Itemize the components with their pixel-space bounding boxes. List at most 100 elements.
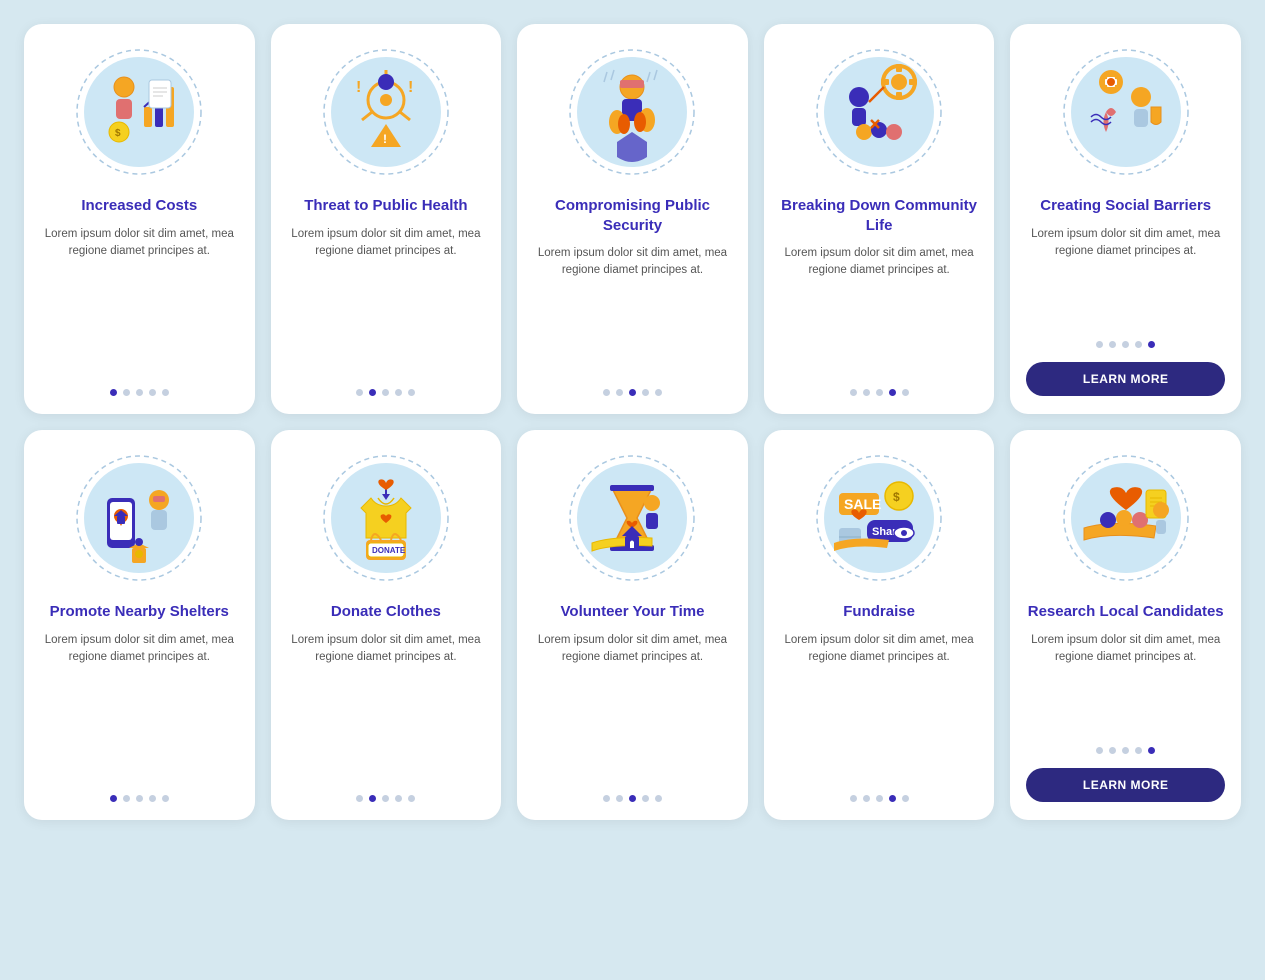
card-title-6: Promote Nearby Shelters	[50, 602, 229, 622]
dot	[136, 389, 143, 396]
dot	[863, 389, 870, 396]
dot	[603, 795, 610, 802]
dot-active	[629, 795, 636, 802]
dot	[655, 389, 662, 396]
illustration-security	[562, 42, 702, 182]
learn-more-button-2[interactable]: LEARN MORE	[1026, 768, 1225, 802]
dot	[616, 795, 623, 802]
card-body-5: Lorem ipsum dolor sit dim amet, mea regi…	[1026, 226, 1225, 326]
dot	[1109, 341, 1116, 348]
illustration-fundraise	[809, 448, 949, 588]
illustration-community	[809, 42, 949, 182]
dot	[356, 795, 363, 802]
card-dots-6	[110, 795, 169, 802]
illustration-health	[316, 42, 456, 182]
card-body-10: Lorem ipsum dolor sit dim amet, mea regi…	[1026, 632, 1225, 732]
dot	[1096, 341, 1103, 348]
card-body-7: Lorem ipsum dolor sit dim amet, mea regi…	[287, 632, 486, 780]
card-body-6: Lorem ipsum dolor sit dim amet, mea regi…	[40, 632, 239, 780]
dot	[149, 795, 156, 802]
dot	[408, 795, 415, 802]
card-dots-10	[1096, 747, 1155, 754]
card-body-1: Lorem ipsum dolor sit dim amet, mea regi…	[40, 226, 239, 374]
card-donate-clothes: Donate Clothes Lorem ipsum dolor sit dim…	[271, 430, 502, 820]
dot-active	[629, 389, 636, 396]
illustration-shelters	[69, 448, 209, 588]
card-threat-public-health: Threat to Public Health Lorem ipsum dolo…	[271, 24, 502, 414]
card-dots-7	[356, 795, 415, 802]
dot	[1109, 747, 1116, 754]
card-body-8: Lorem ipsum dolor sit dim amet, mea regi…	[533, 632, 732, 780]
dot	[850, 389, 857, 396]
dot-active	[369, 795, 376, 802]
dot-active	[110, 389, 117, 396]
dot	[1135, 747, 1142, 754]
card-title-9: Fundraise	[843, 602, 915, 622]
dot	[408, 389, 415, 396]
dot-active	[1148, 747, 1155, 754]
card-title-7: Donate Clothes	[331, 602, 441, 622]
dot-active	[1148, 341, 1155, 348]
app-container: Increased Costs Lorem ipsum dolor sit di…	[24, 24, 1241, 820]
dot	[642, 795, 649, 802]
dot	[1135, 341, 1142, 348]
dot	[902, 389, 909, 396]
dot	[382, 795, 389, 802]
row-1: Increased Costs Lorem ipsum dolor sit di…	[24, 24, 1241, 414]
card-body-3: Lorem ipsum dolor sit dim amet, mea regi…	[533, 245, 732, 373]
card-volunteer-time: Volunteer Your Time Lorem ipsum dolor si…	[517, 430, 748, 820]
dot	[655, 795, 662, 802]
card-body-4: Lorem ipsum dolor sit dim amet, mea regi…	[780, 245, 979, 373]
dot-active	[889, 795, 896, 802]
row-2: Promote Nearby Shelters Lorem ipsum dolo…	[24, 430, 1241, 820]
dot	[876, 795, 883, 802]
card-promote-nearby-shelters: Promote Nearby Shelters Lorem ipsum dolo…	[24, 430, 255, 820]
dot	[162, 389, 169, 396]
dot	[136, 795, 143, 802]
illustration-costs	[69, 42, 209, 182]
dot	[149, 389, 156, 396]
dot	[395, 389, 402, 396]
dot	[123, 795, 130, 802]
card-increased-costs: Increased Costs Lorem ipsum dolor sit di…	[24, 24, 255, 414]
card-title-8: Volunteer Your Time	[561, 602, 705, 622]
dot	[1096, 747, 1103, 754]
card-title-5: Creating Social Barriers	[1040, 196, 1211, 216]
card-dots-5	[1096, 341, 1155, 348]
card-body-2: Lorem ipsum dolor sit dim amet, mea regi…	[287, 226, 486, 374]
learn-more-button-1[interactable]: LEARN MORE	[1026, 362, 1225, 396]
card-breaking-down-community: Breaking Down Community Life Lorem ipsum…	[764, 24, 995, 414]
dot	[876, 389, 883, 396]
card-dots-8	[603, 795, 662, 802]
illustration-donate	[316, 448, 456, 588]
card-body-9: Lorem ipsum dolor sit dim amet, mea regi…	[780, 632, 979, 780]
dot	[902, 795, 909, 802]
card-dots-9	[850, 795, 909, 802]
dot	[356, 389, 363, 396]
card-fundraise: Fundraise Lorem ipsum dolor sit dim amet…	[764, 430, 995, 820]
card-dots-1	[110, 389, 169, 396]
dot	[616, 389, 623, 396]
dot	[162, 795, 169, 802]
dot	[850, 795, 857, 802]
dot-active	[110, 795, 117, 802]
dot	[642, 389, 649, 396]
dot	[123, 389, 130, 396]
card-dots-3	[603, 389, 662, 396]
dot	[395, 795, 402, 802]
illustration-volunteer	[562, 448, 702, 588]
card-title-10: Research Local Candidates	[1028, 602, 1224, 622]
dot-active	[889, 389, 896, 396]
card-dots-2	[356, 389, 415, 396]
card-dots-4	[850, 389, 909, 396]
dot	[1122, 341, 1129, 348]
card-compromising-security: Compromising Public Security Lorem ipsum…	[517, 24, 748, 414]
dot	[1122, 747, 1129, 754]
dot	[863, 795, 870, 802]
card-research-local-candidates: Research Local Candidates Lorem ipsum do…	[1010, 430, 1241, 820]
illustration-research	[1056, 448, 1196, 588]
card-title-4: Breaking Down Community Life	[780, 196, 979, 235]
card-creating-social-barriers: Creating Social Barriers Lorem ipsum dol…	[1010, 24, 1241, 414]
dot	[603, 389, 610, 396]
card-title-1: Increased Costs	[81, 196, 197, 216]
